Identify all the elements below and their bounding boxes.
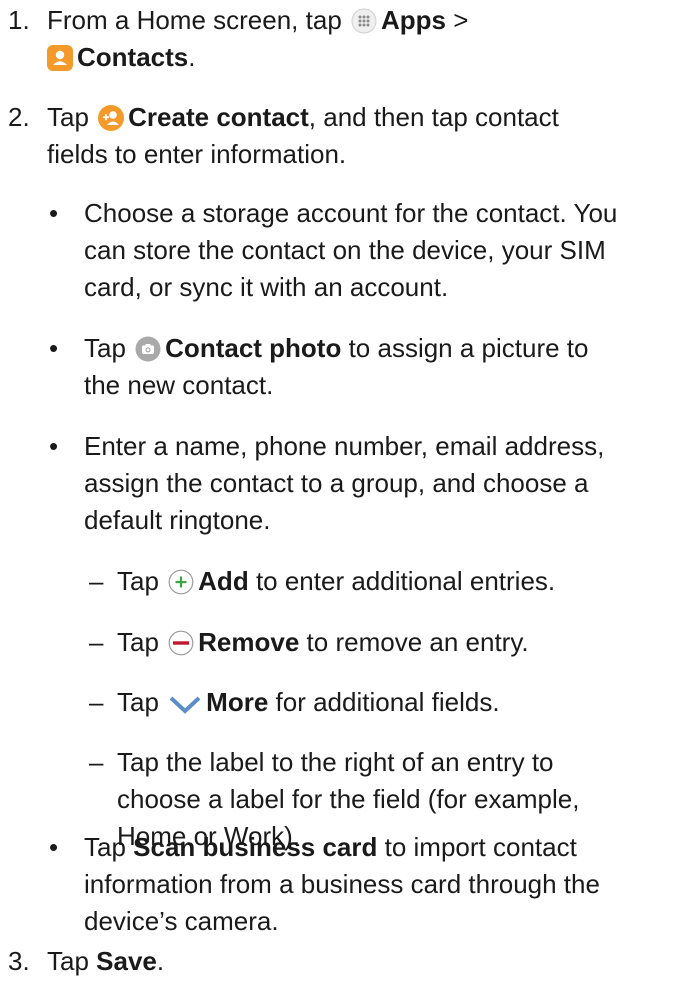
step-1-line-1: From a Home screen, tap Apps > xyxy=(47,5,469,35)
sub-item-remove: – Tap Remove to remove an entry. xyxy=(89,624,689,661)
apps-label: Apps xyxy=(381,5,447,35)
step-number: 3. xyxy=(8,946,30,976)
contacts-app-icon xyxy=(47,45,73,71)
bullet-marker: • xyxy=(49,832,59,862)
bullet-storage: • Choose a storage account for the conta… xyxy=(49,195,694,306)
step-number: 2. xyxy=(8,102,30,132)
chevron-down-icon xyxy=(168,694,202,716)
bullet-enter-details: • Enter a name, phone number, email addr… xyxy=(49,428,694,539)
step-1: 1. From a Home screen, tap Apps > Contac… xyxy=(8,2,688,76)
dash-marker: – xyxy=(89,687,104,717)
step-2: 2. Tap Create contact, and then tap cont… xyxy=(8,99,688,173)
bullet-marker: • xyxy=(49,198,59,228)
contacts-label: Contacts xyxy=(77,42,189,72)
dash-marker: – xyxy=(89,747,104,777)
step-2-line-2: fields to enter information. xyxy=(47,139,347,169)
bullet-scan-card: • Tap Scan business card to import conta… xyxy=(49,829,694,940)
instructions-page: 1. From a Home screen, tap Apps > Contac… xyxy=(0,0,699,983)
remove-label: Remove xyxy=(198,627,300,657)
sub-item-add: – Tap Add to enter additional entries. xyxy=(89,563,689,600)
remove-minus-icon xyxy=(168,630,194,656)
add-plus-icon xyxy=(168,569,194,595)
camera-icon xyxy=(135,336,161,362)
scan-business-card-label: Scan business card xyxy=(133,832,378,862)
step-1-line-2: Contacts. xyxy=(47,39,688,76)
dash-marker: – xyxy=(89,566,104,596)
bullet-contact-photo: • Tap Contact photo to assign a picture … xyxy=(49,330,694,404)
create-contact-icon xyxy=(98,105,125,131)
step-2-line-1: Tap Create contact, and then tap contact xyxy=(47,102,559,132)
apps-grid-icon xyxy=(351,8,377,34)
step-number: 1. xyxy=(8,5,30,35)
bullet-marker: • xyxy=(49,333,59,363)
save-label: Save xyxy=(96,946,157,976)
dash-marker: – xyxy=(89,627,104,657)
create-contact-label: Create contact xyxy=(128,102,309,132)
add-label: Add xyxy=(198,566,249,596)
sub-item-more: – Tap More for additional fields. xyxy=(89,684,689,721)
contact-photo-label: Contact photo xyxy=(165,333,342,363)
more-label: More xyxy=(206,687,269,717)
bullet-marker: • xyxy=(49,431,59,461)
step-3: 3. Tap Save. xyxy=(8,943,688,980)
